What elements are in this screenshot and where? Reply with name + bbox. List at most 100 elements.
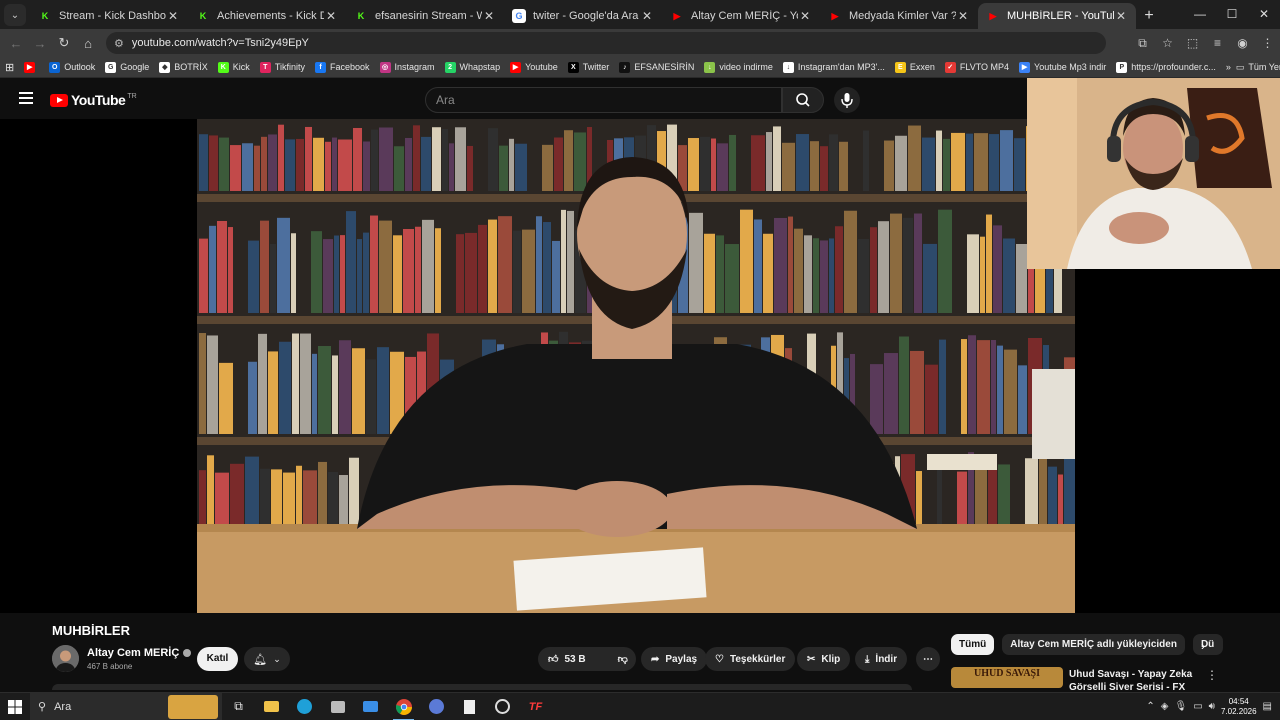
bookmark-item[interactable]: K Kick	[213, 61, 255, 73]
download-button[interactable]: ⤓ İndir	[855, 647, 908, 671]
browser-tab[interactable]: K Achievements - Kick Dashboard✕	[188, 3, 346, 29]
bookmark-star-icon[interactable]: ☆	[1155, 36, 1180, 51]
profile-avatar[interactable]: ◉	[1230, 36, 1255, 51]
tray-app-icon[interactable]: ◈	[1161, 701, 1169, 712]
apps-icon[interactable]: ⊞	[0, 61, 19, 74]
home-button[interactable]: ⌂	[76, 36, 100, 51]
extensions-icon[interactable]: ⬚	[1180, 36, 1205, 51]
book-spine	[199, 238, 208, 313]
network-icon[interactable]: ▭	[1193, 701, 1202, 712]
browser-tab[interactable]: Gtwiter - Google'da Ara ✕	[504, 3, 662, 29]
cast-icon[interactable]: ⧉	[1130, 36, 1155, 51]
bookmark-item[interactable]: G Google	[100, 61, 154, 73]
bookmark-item[interactable]: 2 Whapstap	[440, 61, 506, 73]
bookmark-item[interactable]: f Facebook	[310, 61, 375, 73]
youtube-logo[interactable]: YouTube TR	[50, 92, 137, 108]
bookmark-item[interactable]: ▶ Youtube	[505, 61, 563, 73]
volume-icon[interactable]: 🔊︎	[1209, 701, 1215, 712]
channel-name[interactable]: Altay Cem MERİÇ	[87, 647, 192, 659]
bookmark-item[interactable]: ↓ Instagram'dan MP3'...	[778, 61, 890, 73]
bookmark-item[interactable]: ▶	[19, 61, 44, 73]
tab-close-icon[interactable]: ✕	[1114, 9, 1128, 23]
more-vertical-icon[interactable]: ⋮	[1206, 668, 1218, 682]
media-controls-icon[interactable]: ≡	[1205, 36, 1230, 51]
join-button[interactable]: Katıl	[197, 647, 238, 671]
close-window-button[interactable]: ✕	[1248, 0, 1280, 29]
tray-chevron-icon[interactable]: ⌃	[1146, 701, 1154, 712]
bookmark-item[interactable]: ✓ FLVTO MP4	[940, 61, 1014, 73]
more-actions-button[interactable]: ⋯	[916, 647, 940, 671]
bookmark-item[interactable]: ↓ video indirme	[699, 61, 778, 73]
taskbar-search[interactable]: ⚲ Ara	[30, 692, 222, 720]
browser-tab[interactable]: ▶ MUHBİRLER - YouTube ✕	[978, 3, 1136, 29]
search-button[interactable]	[782, 87, 824, 113]
bookmark-item[interactable]: X Twitter	[563, 61, 615, 73]
browser-tab[interactable]: K Stream - Kick Dashboard✕	[30, 3, 188, 29]
voice-search-button[interactable]	[834, 87, 860, 113]
bookmark-item[interactable]: ◆ BOTRİX	[154, 61, 213, 73]
dislike-button[interactable]: 👎︎	[608, 647, 638, 671]
book-spine	[564, 130, 573, 191]
description-box[interactable]	[52, 684, 912, 690]
share-button[interactable]: ➦ Paylaş	[641, 647, 708, 671]
document-icon[interactable]	[453, 693, 486, 720]
microphone-tray-icon[interactable]: 🎙︎	[1174, 701, 1187, 712]
bookmark-item[interactable]: Phttps://profounder.c...	[1111, 61, 1221, 73]
thanks-button[interactable]: ♡ Teşekkürler	[705, 647, 796, 671]
forward-button[interactable]: →	[28, 36, 52, 51]
book-spine	[820, 240, 828, 313]
video-frame[interactable]	[197, 119, 1075, 613]
tab-search-button[interactable]: ⌄	[4, 4, 26, 26]
tab-close-icon[interactable]: ✕	[640, 9, 654, 23]
bookmark-item[interactable]: ▶ Youtube Mp3 indir	[1014, 61, 1111, 73]
search-input[interactable]: Ara	[425, 87, 782, 113]
bookmark-item[interactable]: O Outlook	[44, 61, 100, 73]
browser-tab[interactable]: ▶ Medyada Kimler Var ? - YouTube✕	[820, 3, 978, 29]
file-explorer-icon[interactable]	[255, 693, 288, 720]
chrome-icon[interactable]	[387, 693, 420, 720]
minimize-button[interactable]: —	[1184, 0, 1216, 29]
browser-menu-icon[interactable]: ⋮	[1255, 36, 1280, 51]
notification-button[interactable]: 🔔︎ ⌄	[244, 647, 290, 671]
maximize-button[interactable]: ☐	[1216, 0, 1248, 29]
site-info-icon[interactable]: ⚙	[114, 37, 124, 50]
bookmark-item[interactable]: E Exxen	[890, 61, 940, 73]
all-bookmarks-button[interactable]: ▭ Tüm Yer İşaretleri	[1236, 62, 1280, 73]
tab-title: Altay Cem MERİÇ - YouTube	[691, 10, 798, 22]
back-button[interactable]: ←	[4, 36, 28, 51]
recommendation-title[interactable]: Uhud Savaşı - Yapay Zeka Görselli Siyer …	[1069, 668, 1209, 690]
new-tab-button[interactable]: +	[1136, 3, 1162, 29]
chip-all[interactable]: Tümü	[951, 634, 995, 655]
browser-tab[interactable]: Kefsanesirin Stream - Watch Live✕	[346, 3, 504, 29]
bookmark-item[interactable]: ◎ Instagram	[375, 61, 440, 73]
start-button[interactable]	[0, 693, 30, 720]
bookmark-item[interactable]: T Tikfinity	[255, 61, 310, 73]
task-view-icon[interactable]: ⧉	[222, 693, 255, 720]
bookmark-item[interactable]: ♪ EFSANESİRİN	[614, 61, 699, 73]
edge-icon[interactable]	[288, 693, 321, 720]
recommendation-thumbnail[interactable]: UHUD SAVAŞI	[951, 667, 1063, 688]
chip-uploader[interactable]: Altay Cem MERİÇ adlı yükleyiciden	[1002, 634, 1185, 655]
book-spine	[561, 209, 566, 313]
channel-avatar[interactable]	[52, 645, 79, 672]
tab-close-icon[interactable]: ✕	[956, 9, 970, 23]
menu-icon[interactable]	[19, 92, 33, 104]
tab-close-icon[interactable]: ✕	[798, 9, 812, 23]
monitor-app-icon[interactable]	[354, 693, 387, 720]
clock[interactable]: 04:54 7.02.2026	[1221, 697, 1257, 717]
settings-app-icon[interactable]	[420, 693, 453, 720]
obs-icon[interactable]	[486, 693, 519, 720]
tab-close-icon[interactable]: ✕	[166, 9, 180, 23]
clip-button[interactable]: ✂ Klip	[797, 647, 851, 671]
store-app-icon[interactable]	[321, 693, 354, 720]
tab-close-icon[interactable]: ✕	[324, 9, 338, 23]
browser-tab[interactable]: ▶ Altay Cem MERİÇ - YouTube✕	[662, 3, 820, 29]
notification-center-icon[interactable]: ▤	[1263, 701, 1272, 712]
like-button[interactable]: 👍︎ 53 B	[538, 647, 596, 671]
address-bar[interactable]: ⚙ youtube.com/watch?v=Tsni2y49EpY	[106, 32, 1106, 54]
tab-close-icon[interactable]: ✕	[482, 9, 496, 23]
chevron-right-icon[interactable]: ›	[1193, 636, 1213, 656]
tf-app-icon[interactable]: TF	[519, 693, 552, 720]
reload-button[interactable]: ↻	[52, 35, 76, 51]
more-bookmarks-icon[interactable]: »	[1221, 62, 1236, 72]
